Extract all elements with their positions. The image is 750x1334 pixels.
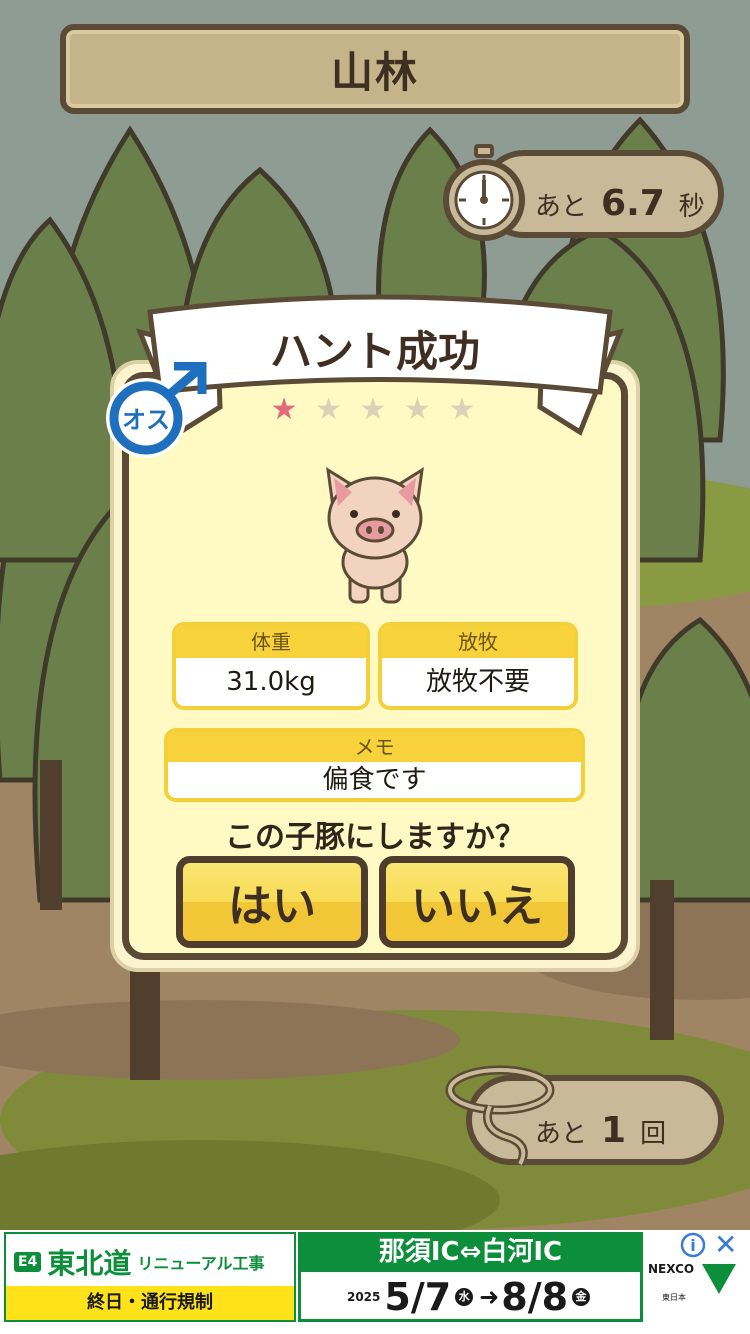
ad-start-day: 水	[455, 1288, 474, 1306]
rarity-star: ★	[359, 392, 391, 427]
memo-box: メモ 偏食です	[164, 728, 585, 802]
area-title: 山林	[330, 47, 419, 97]
grazing-box: 放牧 放牧不要	[378, 622, 578, 710]
gender-label: オス	[122, 406, 170, 434]
ad-year: 2025	[346, 1290, 381, 1304]
timer-seconds: 6.7	[601, 183, 665, 224]
ad-dates: 2025 5/7 水 ➜ 8/8 金	[300, 1274, 641, 1320]
rarity-star: ★	[315, 392, 346, 427]
memo-label: メモ	[168, 732, 581, 762]
rarity-star: ★	[270, 392, 302, 427]
ad-end-day: 金	[572, 1288, 591, 1306]
ad-work-label: リニューアル工事	[137, 1254, 265, 1273]
no-button[interactable]: いいえ	[379, 856, 575, 948]
timer-unit: 秒	[678, 192, 705, 222]
ad-close-icon[interactable]: ✕	[714, 1230, 737, 1260]
timer-prefix: あと	[535, 192, 588, 222]
rarity-star: ★	[404, 392, 435, 427]
ad-restriction: 終日・通行規制	[6, 1286, 294, 1320]
timer-readout: あと 6.7 秒	[535, 183, 705, 224]
tries-count: 1	[601, 1110, 627, 1151]
memo-value: 偏食です	[322, 765, 427, 795]
ad-info-label: i	[690, 1236, 695, 1255]
yes-button[interactable]: はい	[176, 856, 368, 948]
ad-sponsor-logo: NEXCO	[648, 1262, 695, 1276]
weight-box: 体重 31.0kg	[172, 622, 370, 710]
male-symbol-icon: オス	[106, 362, 207, 458]
rarity-star: ★	[448, 392, 480, 427]
ad-section: 那須IC⇔白河IC	[298, 1232, 643, 1272]
tries-prefix: あと	[535, 1119, 588, 1149]
tries-readout: あと 1 回	[535, 1110, 666, 1151]
piglet-image	[326, 467, 424, 604]
nexco-mark-icon	[702, 1264, 736, 1294]
weight-value: 31.0kg	[226, 667, 316, 697]
ad-end-date: 8/8	[501, 1275, 569, 1319]
grazing-label: 放牧	[382, 626, 574, 658]
result-title: ハント成功	[269, 327, 480, 376]
arrow-right-icon: ➜	[479, 1283, 500, 1311]
grazing-value: 放牧不要	[425, 667, 530, 697]
confirm-question: この子豚にしますか？	[225, 820, 525, 855]
weight-label: 体重	[176, 626, 366, 658]
ad-road-name: 東北道	[47, 1247, 132, 1280]
ad-info-icon[interactable]: i	[680, 1232, 706, 1258]
ad-route-badge: E4	[14, 1252, 42, 1272]
ad-sponsor-sub: 東日本	[662, 1293, 686, 1302]
stopwatch-icon	[443, 144, 525, 241]
tries-unit: 回	[640, 1119, 667, 1149]
area-title-plank: 山林	[60, 24, 690, 114]
ad-route: E4 東北道 リニューアル工事	[14, 1240, 265, 1284]
ad-start-date: 5/7	[384, 1275, 452, 1319]
